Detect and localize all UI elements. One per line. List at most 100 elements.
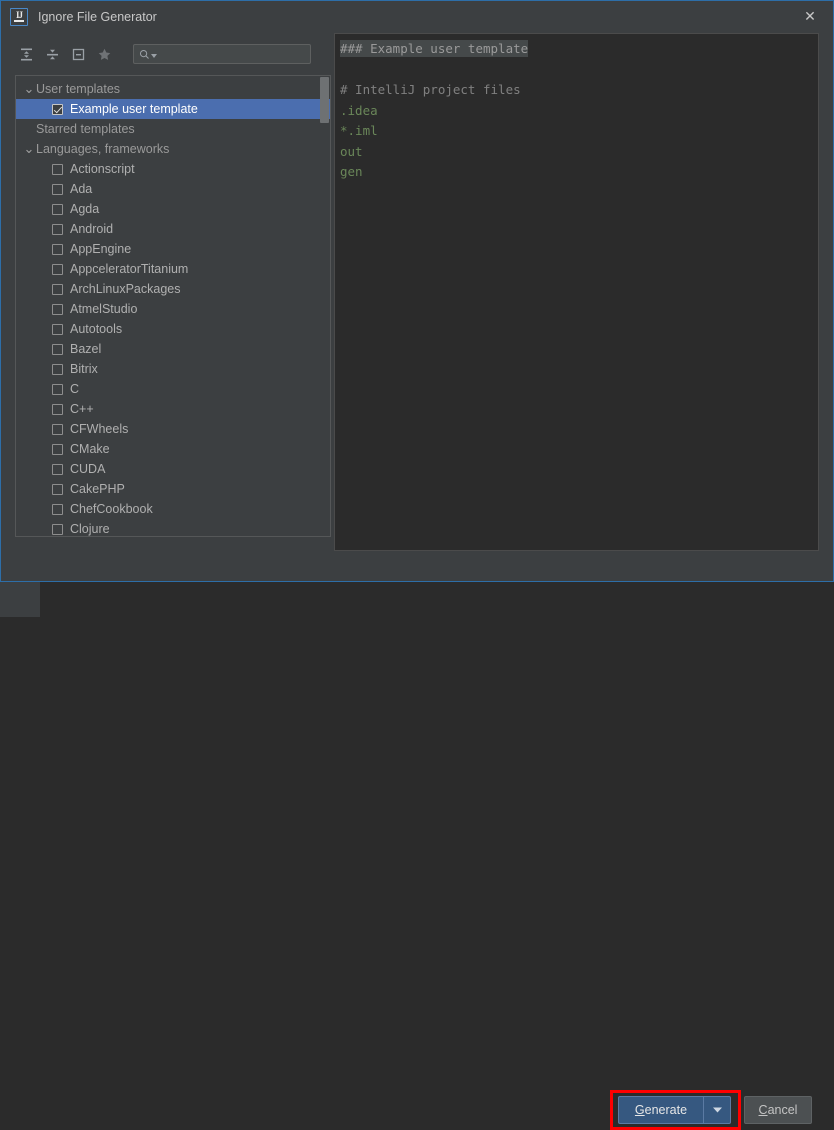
preview-line-text: *.iml xyxy=(340,123,378,138)
tree-item-checkbox[interactable] xyxy=(52,363,63,375)
tree-item-actionscript[interactable]: Actionscript xyxy=(16,159,330,179)
tree-item-label: Example user template xyxy=(70,102,198,116)
tree-item-label: Bitrix xyxy=(70,362,98,376)
tree-item-autotools[interactable]: Autotools xyxy=(16,319,330,339)
dialog-titlebar: IJ Ignore File Generator ✕ xyxy=(1,1,833,33)
tree-item-bazel[interactable]: Bazel xyxy=(16,339,330,359)
tree-toolbar xyxy=(15,39,333,69)
chevron-down-icon[interactable] xyxy=(151,53,157,59)
template-preview-editor[interactable]: ### Example user template # IntelliJ proj… xyxy=(334,33,819,551)
tree-item-chefcookbook[interactable]: ChefCookbook xyxy=(16,499,330,519)
tree-item-checkbox[interactable] xyxy=(52,423,63,435)
tree-item-archlinuxpackages[interactable]: ArchLinuxPackages xyxy=(16,279,330,299)
tree-item-checkbox[interactable] xyxy=(52,283,63,295)
tree-item-agda[interactable]: Agda xyxy=(16,199,330,219)
tree-item-appceleratortitanium[interactable]: AppceleratorTitanium xyxy=(16,259,330,279)
tree-item-label: CFWheels xyxy=(70,422,129,436)
preview-line: .idea xyxy=(340,101,818,122)
search-field[interactable] xyxy=(133,44,311,64)
tree-item-starred-templates[interactable]: Starred templates xyxy=(16,119,330,139)
tree-item-cakephp[interactable]: CakePHP xyxy=(16,479,330,499)
tree-item-label: AppEngine xyxy=(70,242,132,256)
tree-item-c[interactable]: C++ xyxy=(16,399,330,419)
preview-line-text: ### Example user template xyxy=(340,40,529,57)
tree-item-checkbox[interactable] xyxy=(52,223,63,235)
search-icon xyxy=(139,49,149,59)
tree-item-checkbox[interactable] xyxy=(52,383,63,395)
tree-item-checkbox[interactable] xyxy=(52,343,63,355)
tree-item-checkbox[interactable] xyxy=(52,403,63,415)
tree-item-checkbox[interactable] xyxy=(52,323,63,335)
dialog-content: ⌄ User templates Example user template Star… xyxy=(1,33,833,1130)
preview-line-text: gen xyxy=(340,164,363,179)
tree-item-android[interactable]: Android xyxy=(16,219,330,239)
tree-scrollbar-thumb[interactable] xyxy=(320,77,329,123)
tree-item-label: User templates xyxy=(36,82,121,96)
tree-item-checkbox[interactable] xyxy=(52,483,63,495)
tree-item-label: Android xyxy=(70,222,114,236)
tree-item-label: C xyxy=(70,382,80,396)
tree-item-user-templates[interactable]: ⌄ User templates xyxy=(16,79,330,99)
tree-item-cfwheels[interactable]: CFWheels xyxy=(16,419,330,439)
preview-line: # IntelliJ project files xyxy=(340,80,818,101)
chevron-down-icon xyxy=(712,1107,722,1113)
tree-item-label: Bazel xyxy=(70,342,102,356)
tree-item-checkbox[interactable] xyxy=(52,523,63,535)
tree-item-c[interactable]: C xyxy=(16,379,330,399)
tree-item-checkbox[interactable] xyxy=(52,103,63,115)
tree-item-languages-frameworks[interactable]: ⌄ Languages, frameworks xyxy=(16,139,330,159)
tree-item-appengine[interactable]: AppEngine xyxy=(16,239,330,259)
tree-item-label: ArchLinuxPackages xyxy=(70,282,181,296)
tree-item-label: CakePHP xyxy=(70,482,125,496)
tree-item-cuda[interactable]: CUDA xyxy=(16,459,330,479)
tree-scrollbar[interactable] xyxy=(320,77,329,535)
generate-dropdown-button[interactable] xyxy=(703,1096,731,1124)
expand-all-icon[interactable] xyxy=(15,43,37,65)
tree-item-example-user-template[interactable]: Example user template xyxy=(16,99,330,119)
tree-item-label: C++ xyxy=(70,402,94,416)
chevron-down-icon[interactable]: ⌄ xyxy=(22,82,36,95)
tree-item-label: Languages, frameworks xyxy=(36,142,170,156)
tree-item-checkbox[interactable] xyxy=(52,163,63,175)
tree-item-checkbox[interactable] xyxy=(52,443,63,455)
preview-line-text: out xyxy=(340,143,363,159)
tree-item-label: Agda xyxy=(70,202,100,216)
ignore-file-generator-dialog: IJ Ignore File Generator ✕ ⌄ User templa… xyxy=(0,0,834,1130)
preview-line: ### Example user template xyxy=(340,39,818,60)
close-icon[interactable]: ✕ xyxy=(787,1,833,32)
collapse-all-icon[interactable] xyxy=(41,43,63,65)
tree-item-checkbox[interactable] xyxy=(52,183,63,195)
tree-item-atmelstudio[interactable]: AtmelStudio xyxy=(16,299,330,319)
intellij-idea-icon-text: IJ xyxy=(15,10,23,20)
unselect-all-icon[interactable] xyxy=(67,43,89,65)
tree-item-label: CUDA xyxy=(70,462,106,476)
star-icon[interactable] xyxy=(93,43,115,65)
tree-item-label: AtmelStudio xyxy=(70,302,138,316)
tree-item-label: Clojure xyxy=(70,522,110,536)
tree-item-checkbox[interactable] xyxy=(52,203,63,215)
tree-item-label: Ada xyxy=(70,182,93,196)
templates-tree: ⌄ User templates Example user template Star… xyxy=(16,76,330,536)
tree-item-checkbox[interactable] xyxy=(52,303,63,315)
dialog-button-bar: Generate Cancel xyxy=(1,551,833,1130)
tree-item-label: Actionscript xyxy=(70,162,135,176)
tree-item-checkbox[interactable] xyxy=(52,263,63,275)
cancel-button-label: Cancel xyxy=(758,1103,798,1117)
tree-item-clojure[interactable]: Clojure xyxy=(16,519,330,536)
cancel-button[interactable]: Cancel xyxy=(744,1096,812,1124)
tree-item-ada[interactable]: Ada xyxy=(16,179,330,199)
tree-item-label: Autotools xyxy=(70,322,123,336)
generate-button-label: Generate xyxy=(634,1103,688,1117)
tree-item-cmake[interactable]: CMake xyxy=(16,439,330,459)
generate-button[interactable]: Generate xyxy=(618,1096,703,1124)
page-title: Ignore File Generator xyxy=(38,10,157,24)
tree-item-checkbox[interactable] xyxy=(52,243,63,255)
intellij-idea-icon-bar xyxy=(14,20,24,22)
tree-item-label: Starred templates xyxy=(36,122,135,136)
chevron-down-icon[interactable]: ⌄ xyxy=(22,142,36,155)
tree-item-bitrix[interactable]: Bitrix xyxy=(16,359,330,379)
tree-item-checkbox[interactable] xyxy=(52,463,63,475)
search-input[interactable] xyxy=(160,47,304,61)
tree-item-checkbox[interactable] xyxy=(52,503,63,515)
templates-panel: ⌄ User templates Example user template Star… xyxy=(15,39,333,537)
